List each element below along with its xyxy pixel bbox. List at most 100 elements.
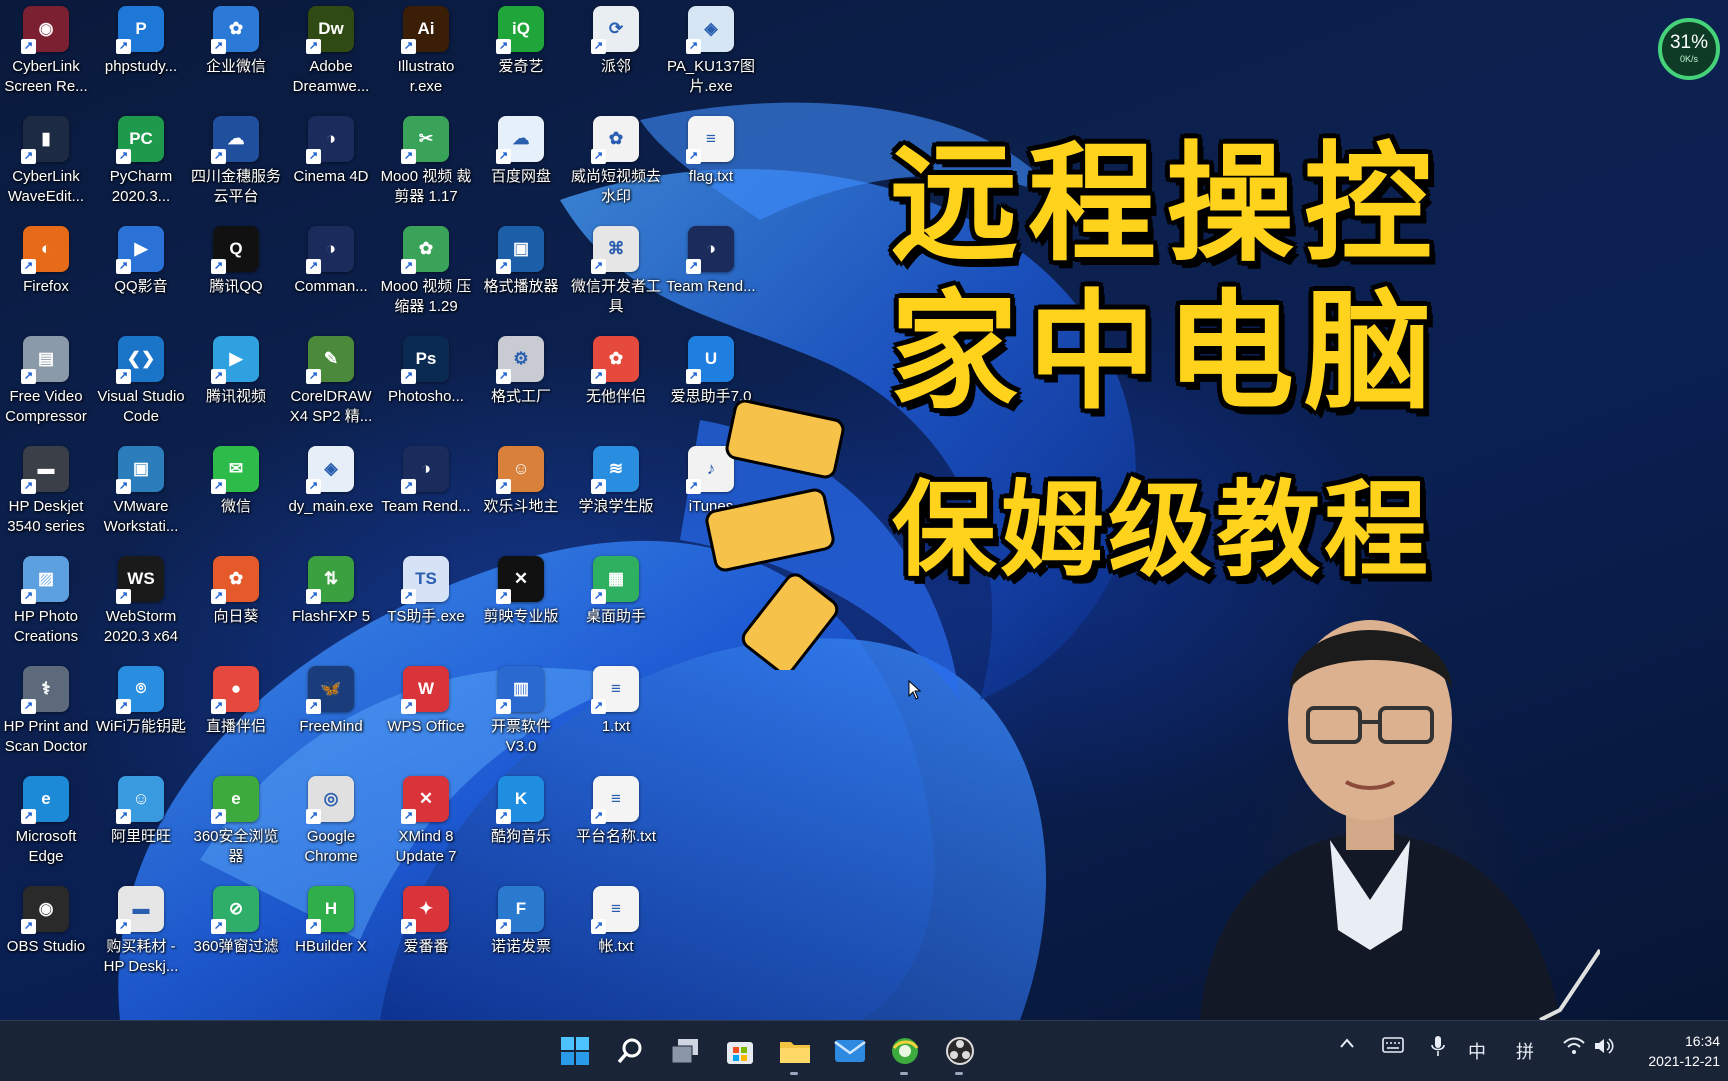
network-speed-meter[interactable]: 31% 0K/s bbox=[1658, 18, 1720, 80]
desktop-icon[interactable]: Ps ↗ Photosho... bbox=[380, 336, 472, 407]
desktop-icon[interactable]: ▥ ↗ 开票软件 V3.0 bbox=[475, 666, 567, 757]
desktop-icon[interactable]: ▶ ↗ 腾讯视频 bbox=[190, 336, 282, 407]
obs-button[interactable] bbox=[940, 1031, 980, 1075]
desktop-icon-label: Visual Studio Code bbox=[97, 388, 185, 425]
task-view-button[interactable] bbox=[665, 1031, 705, 1071]
ime-mode-button[interactable]: 拼 bbox=[1516, 1038, 1534, 1064]
shortcut-arrow-icon: ↗ bbox=[591, 589, 606, 604]
desktop-icon-label: 帐.txt bbox=[598, 938, 634, 955]
desktop-icon[interactable]: ✉ ↗ 微信 bbox=[190, 446, 282, 517]
desktop-icon[interactable]: ✿ ↗ 向日葵 bbox=[190, 556, 282, 627]
desktop-icon[interactable]: ⌘ ↗ 微信开发者工 具 bbox=[570, 226, 662, 317]
search-button[interactable] bbox=[610, 1031, 650, 1071]
desktop-icon[interactable]: PC ↗ PyCharm 2020.3... bbox=[95, 116, 187, 207]
browser-button[interactable] bbox=[885, 1031, 925, 1075]
desktop-icon[interactable]: ≡ ↗ flag.txt bbox=[665, 116, 757, 187]
volume-button[interactable] bbox=[1593, 1036, 1615, 1061]
desktop-icon[interactable]: ⌾ ↗ WiFi万能钥匙 bbox=[95, 666, 187, 737]
desktop-icon[interactable]: ✿ ↗ 威尚短视频去 水印 bbox=[570, 116, 662, 207]
desktop-icon[interactable]: Ai ↗ Illustrato r.exe bbox=[380, 6, 472, 97]
desktop-icon[interactable]: iQ ↗ 爱奇艺 bbox=[475, 6, 567, 77]
desktop-icon[interactable]: P ↗ phpstudy... bbox=[95, 6, 187, 77]
desktop-icon[interactable]: ≋ ↗ 学浪学生版 bbox=[570, 446, 662, 517]
text-file-icon: ≡ ↗ bbox=[591, 666, 639, 714]
microphone-button[interactable] bbox=[1430, 1035, 1446, 1062]
desktop-icon[interactable]: ▤ ↗ Free Video Compressor bbox=[0, 336, 92, 427]
desktop-icon[interactable]: ▣ ↗ VMware Workstati... bbox=[95, 446, 187, 537]
desktop-icon[interactable]: ✕ ↗ XMind 8 Update 7 bbox=[380, 776, 472, 867]
shortcut-arrow-icon: ↗ bbox=[306, 919, 321, 934]
desktop-icon[interactable]: ✿ ↗ Moo0 视频 压缩器 1.29 bbox=[380, 226, 472, 317]
desktop-icon[interactable]: ✕ ↗ 剪映专业版 bbox=[475, 556, 567, 627]
desktop-icon[interactable]: ⚙ ↗ 格式工厂 bbox=[475, 336, 567, 407]
desktop-icon[interactable]: ● ↗ 直播伴侣 bbox=[190, 666, 282, 737]
desktop-icon[interactable]: ◉ ↗ CyberLink Screen Re... bbox=[0, 6, 92, 97]
desktop-icon[interactable]: ◑ ↗ Comman... bbox=[285, 226, 377, 297]
desktop-icon[interactable]: W ↗ WPS Office bbox=[380, 666, 472, 737]
desktop-icon[interactable]: ◑ ↗ Team Rend... bbox=[380, 446, 472, 517]
desktop-icon[interactable]: e ↗ Microsoft Edge bbox=[0, 776, 92, 867]
hp-scan-doctor-icon: ⚕ ↗ bbox=[21, 666, 69, 714]
desktop-icon[interactable]: ☁ ↗ 四川金穗服务 云平台 bbox=[190, 116, 282, 207]
desktop-icon[interactable]: ≡ ↗ 平台名称.txt bbox=[570, 776, 662, 847]
desktop-icon-label: FlashFXP 5 bbox=[291, 608, 371, 625]
network-status-button[interactable] bbox=[1563, 1036, 1585, 1061]
desktop-icon[interactable]: TS ↗ TS助手.exe bbox=[380, 556, 472, 627]
desktop-icon[interactable]: ▦ ↗ 桌面助手 bbox=[570, 556, 662, 627]
desktop-icon[interactable]: ⇅ ↗ FlashFXP 5 bbox=[285, 556, 377, 627]
kugou-music-icon: K ↗ bbox=[496, 776, 544, 824]
desktop-icon[interactable]: ⊘ ↗ 360弹窗过滤 bbox=[190, 886, 282, 957]
desktop-icon[interactable]: Dw ↗ Adobe Dreamwe... bbox=[285, 6, 377, 97]
desktop-icon[interactable]: ❮❯ ↗ Visual Studio Code bbox=[95, 336, 187, 427]
text-file-icon: ≡ ↗ bbox=[591, 776, 639, 824]
shortcut-arrow-icon: ↗ bbox=[116, 149, 131, 164]
desktop-icon[interactable]: ▨ ↗ HP Photo Creations bbox=[0, 556, 92, 647]
desktop-icon[interactable]: e ↗ 360安全浏览 器 bbox=[190, 776, 282, 867]
desktop-icon[interactable]: ⟳ ↗ 派邻 bbox=[570, 6, 662, 77]
shortcut-arrow-icon: ↗ bbox=[591, 149, 606, 164]
mail-button[interactable] bbox=[830, 1031, 870, 1071]
desktop-icon[interactable]: 🦋 ↗ FreeMind bbox=[285, 666, 377, 737]
desktop-icon[interactable]: ▬ ↗ 购买耗材 - HP Deskj... bbox=[95, 886, 187, 977]
desktop-icon[interactable]: ▣ ↗ 格式播放器 bbox=[475, 226, 567, 297]
start-button[interactable] bbox=[555, 1031, 595, 1071]
desktop-icon[interactable]: ▶ ↗ QQ影音 bbox=[95, 226, 187, 297]
desktop-icon[interactable]: Q ↗ 腾讯QQ bbox=[190, 226, 282, 297]
desktop-icon[interactable]: ✂ ↗ Moo0 视频 裁剪器 1.17 bbox=[380, 116, 472, 207]
system-clock[interactable]: 16:34 2021-12-21 bbox=[1620, 1031, 1720, 1071]
desktop-icon[interactable]: ☁ ↗ 百度网盘 bbox=[475, 116, 567, 187]
desktop-icon[interactable]: U ↗ 爱思助手7.0 bbox=[665, 336, 757, 407]
ime-language-button[interactable]: 中 bbox=[1468, 1038, 1486, 1064]
desktop-icon[interactable]: WS ↗ WebStorm 2020.3 x64 bbox=[95, 556, 187, 647]
store-button[interactable] bbox=[720, 1031, 760, 1071]
desktop-icon[interactable]: ≡ ↗ 1.txt bbox=[570, 666, 662, 737]
desktop-icon[interactable]: ◉ ↗ OBS Studio bbox=[0, 886, 92, 957]
wifi-master-key-icon: ⌾ ↗ bbox=[116, 666, 164, 714]
chrome-icon: ◎ ↗ bbox=[306, 776, 354, 824]
desktop-icon[interactable]: ✎ ↗ CorelDRAW X4 SP2 精... bbox=[285, 336, 377, 427]
desktop-icon[interactable]: ◈ ↗ PA_KU137图 片.exe bbox=[665, 6, 757, 97]
desktop-icon[interactable]: ◎ ↗ Google Chrome bbox=[285, 776, 377, 867]
touch-keyboard-button[interactable] bbox=[1382, 1037, 1404, 1058]
desktop-icon[interactable]: ⚕ ↗ HP Print and Scan Doctor bbox=[0, 666, 92, 757]
desktop-icon[interactable]: ◈ ↗ dy_main.exe bbox=[285, 446, 377, 517]
shortcut-arrow-icon: ↗ bbox=[21, 39, 36, 54]
desktop-icon[interactable]: F ↗ 诺诺发票 bbox=[475, 886, 567, 957]
desktop-icon[interactable]: ◑ ↗ Team Rend... bbox=[665, 226, 757, 297]
running-indicator bbox=[955, 1072, 963, 1075]
desktop-icon[interactable]: ▮ ↗ CyberLink WaveEdit... bbox=[0, 116, 92, 207]
desktop-icon[interactable]: ✿ ↗ 无他伴侣 bbox=[570, 336, 662, 407]
desktop-icon[interactable]: H ↗ HBuilder X bbox=[285, 886, 377, 957]
desktop-icon[interactable]: ☺ ↗ 欢乐斗地主 bbox=[475, 446, 567, 517]
desktop-icon[interactable]: ✦ ↗ 爱番番 bbox=[380, 886, 472, 957]
file-explorer-button[interactable] bbox=[775, 1031, 815, 1075]
show-hidden-icons-button[interactable] bbox=[1338, 1035, 1356, 1058]
desktop-icon[interactable]: ☺ ↗ 阿里旺旺 bbox=[95, 776, 187, 847]
desktop-icon[interactable]: ◑ ↗ Cinema 4D bbox=[285, 116, 377, 187]
desktop-icon[interactable]: ◐ ↗ Firefox bbox=[0, 226, 92, 297]
desktop-icon[interactable]: ≡ ↗ 帐.txt bbox=[570, 886, 662, 957]
desktop-icon[interactable]: ✿ ↗ 企业微信 bbox=[190, 6, 282, 77]
shortcut-arrow-icon: ↗ bbox=[591, 809, 606, 824]
desktop-icon[interactable]: K ↗ 酷狗音乐 bbox=[475, 776, 567, 847]
desktop-icon[interactable]: ▬ ↗ HP Deskjet 3540 series bbox=[0, 446, 92, 537]
